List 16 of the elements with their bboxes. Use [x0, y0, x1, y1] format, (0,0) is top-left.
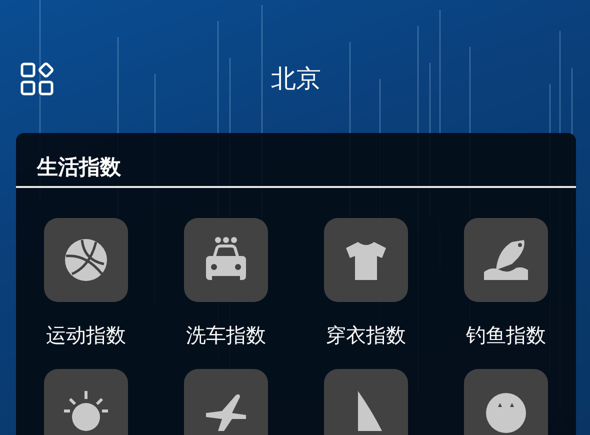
index-tile[interactable] [44, 369, 128, 435]
city-title: 北京 [271, 62, 321, 94]
index-tile[interactable] [44, 218, 128, 302]
index-tile[interactable] [324, 369, 408, 435]
index-label: 钓鱼指数 [466, 322, 546, 349]
menu-icon[interactable] [20, 62, 54, 96]
index-label: 洗车指数 [186, 322, 266, 349]
index-tile[interactable] [464, 218, 548, 302]
card-title: 生活指数 [36, 154, 122, 181]
index-label: 穿衣指数 [326, 322, 406, 349]
basketball-icon [62, 236, 110, 284]
index-tile[interactable] [184, 369, 268, 435]
index-tile[interactable] [464, 369, 548, 435]
index-tile[interactable] [324, 218, 408, 302]
index-label: 运动指数 [46, 322, 126, 349]
index-tile[interactable] [184, 218, 268, 302]
